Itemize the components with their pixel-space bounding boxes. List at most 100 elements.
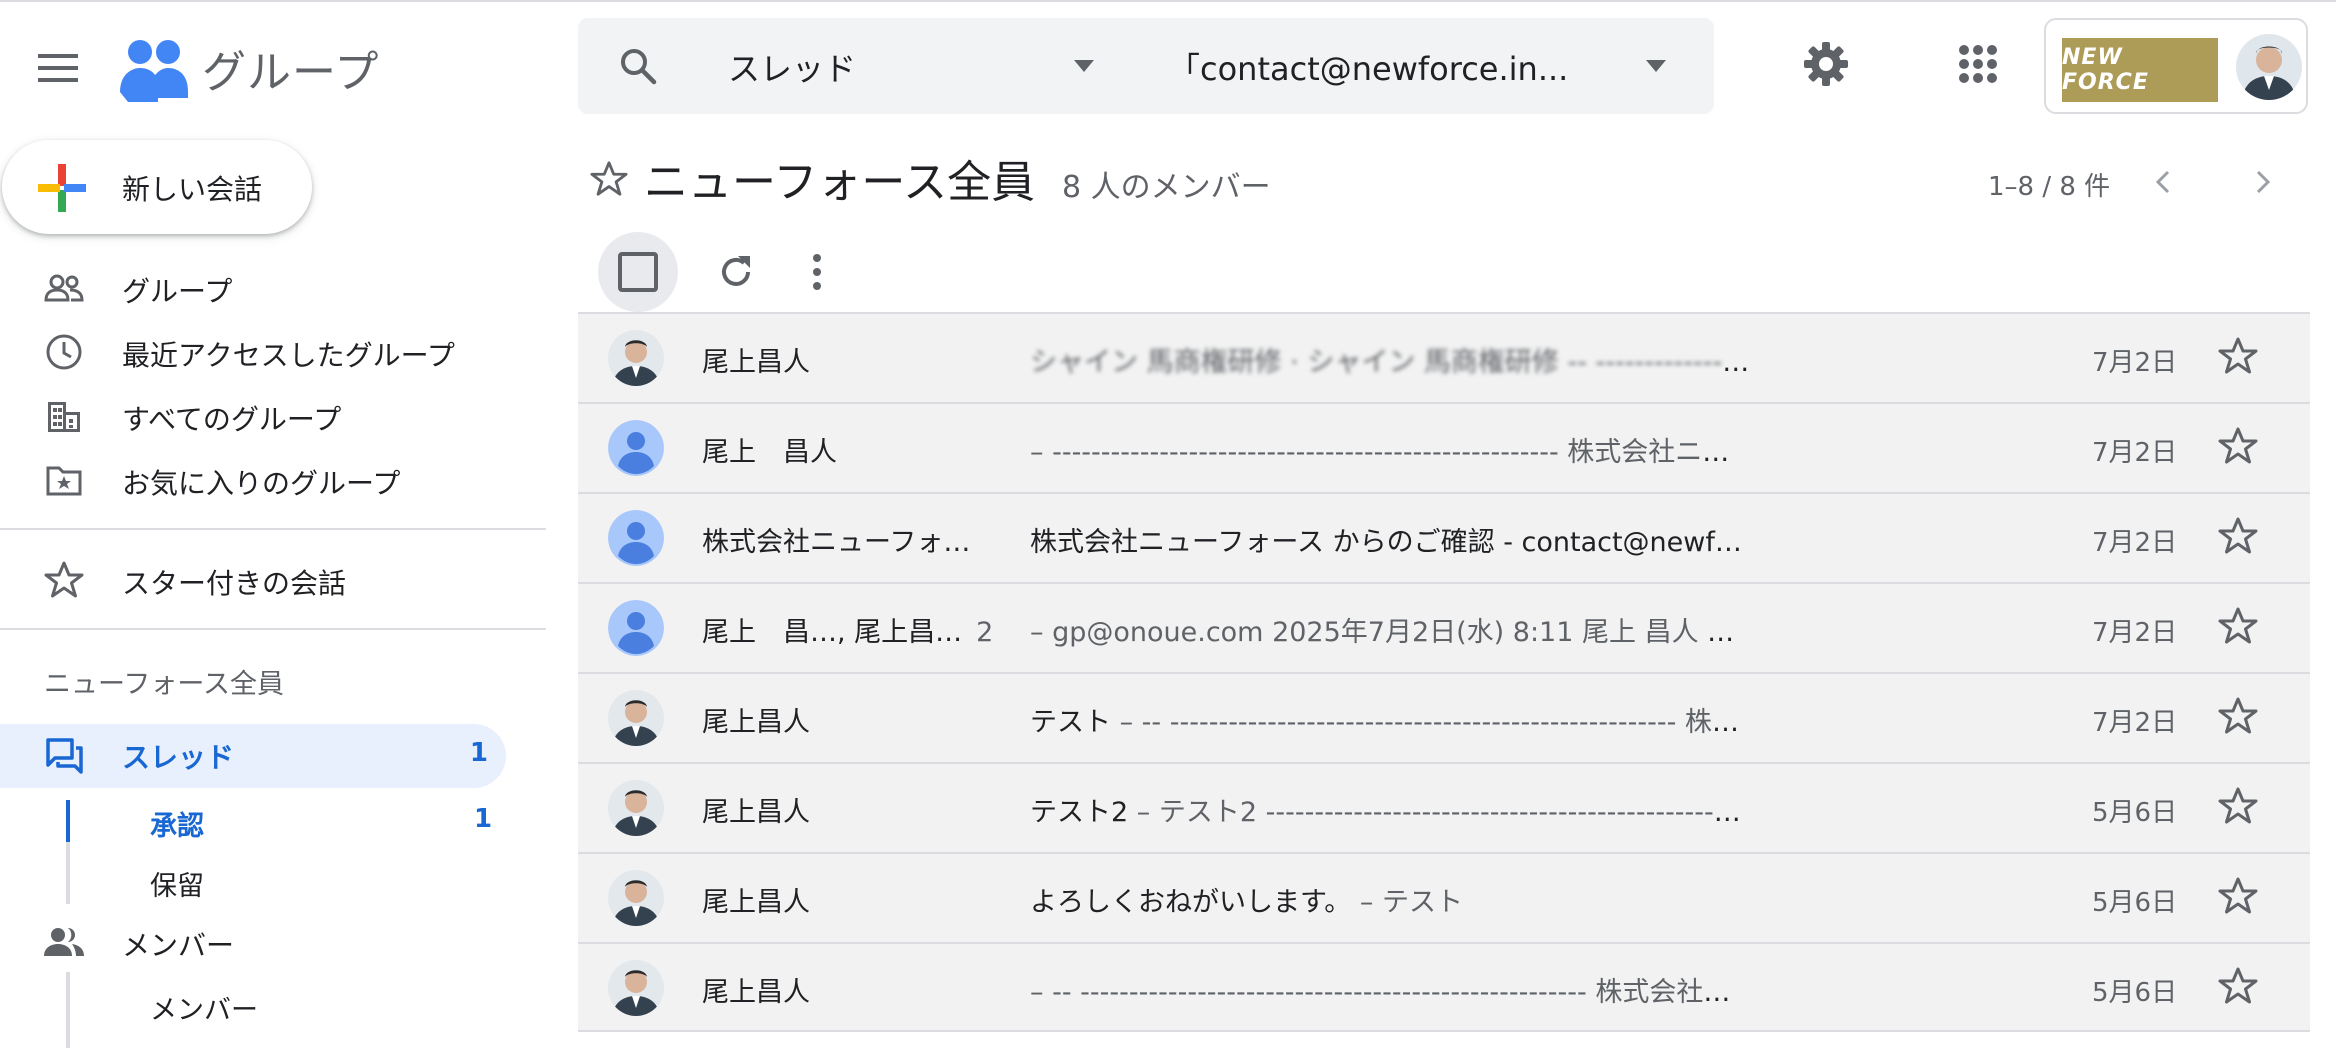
settings-gear-icon[interactable] — [1802, 40, 1850, 88]
subject-text: テスト2 — [1030, 797, 1129, 828]
message-snippet: 株式会社ニューフォース からのご確認 - contact@newforce.in — [1030, 520, 1750, 559]
sender-photo-avatar — [608, 960, 664, 1016]
select-all-checkbox[interactable] — [598, 232, 678, 312]
sidebar-item-recent[interactable]: 最近アクセスしたグループ — [0, 324, 500, 380]
chevron-down-icon[interactable] — [1642, 56, 1670, 76]
group-section-heading: ニューフォース全員 — [44, 669, 285, 700]
star-icon[interactable] — [2218, 606, 2258, 646]
conversation-row[interactable]: 尾上 昌人 – ---------------------------------… — [578, 402, 2310, 492]
refresh-icon[interactable] — [714, 250, 758, 294]
sidebar-item-label: 最近アクセスしたグループ — [122, 339, 455, 372]
preview-text: – テスト — [1351, 887, 1463, 918]
default-avatar-icon — [608, 510, 664, 566]
sidebar-item-favorites[interactable]: お気に入りのグループ — [0, 452, 500, 508]
preview-text: – テスト2 ---------------------------------… — [1128, 797, 1750, 828]
search-icon[interactable] — [618, 46, 658, 86]
message-date: 5月6日 — [2092, 798, 2178, 828]
star-icon[interactable] — [2218, 516, 2258, 556]
forum-icon — [46, 738, 83, 774]
sender-label: 尾上昌人 — [702, 707, 810, 738]
message-count: 2 — [976, 617, 994, 648]
chevron-left-icon[interactable] — [2146, 164, 2182, 200]
sender-label: 尾上昌人 — [702, 347, 810, 378]
sender-label: 尾上昌人 — [702, 797, 810, 828]
message-date: 5月6日 — [2092, 978, 2178, 1008]
sidebar-item-member-list[interactable]: メンバー — [0, 976, 500, 1032]
account-switcher[interactable]: NEW FORCE — [2044, 18, 2308, 114]
more-vert-icon[interactable] — [800, 250, 834, 294]
subject-text: 株式会社ニューフォース からのご確認 - contact@newforce.in — [1030, 527, 1750, 558]
sender-photo-avatar — [608, 690, 664, 746]
checkbox-icon — [618, 252, 658, 292]
sender-name: 尾上 昌人 — [702, 430, 837, 469]
conversation-row[interactable]: 尾上 昌…, 尾上昌… 2 – gp@onoue.com 2025年7月2日(水) … — [578, 582, 2310, 672]
sidebar-item-label: スター付きの会話 — [122, 567, 347, 600]
search-bar[interactable]: スレッド 「contact@newforce.in... — [578, 18, 1714, 114]
sidebar-item-groups[interactable]: グループ — [0, 260, 500, 316]
star-icon[interactable] — [2218, 786, 2258, 826]
conversation-row[interactable]: 尾上昌人 シャイン 馬商権研修 · シャイン 馬商権研修 -- ---------… — [578, 312, 2310, 402]
subject-text: テスト — [1030, 707, 1111, 738]
sender-photo-avatar — [608, 780, 664, 836]
people-icon — [44, 928, 84, 956]
message-date: 7月2日 — [2092, 708, 2178, 738]
unread-count: 1 — [469, 738, 488, 768]
app-title: グループ — [202, 47, 380, 98]
message-date: 7月2日 — [2092, 618, 2178, 648]
sidebar-divider — [0, 528, 546, 530]
star-icon[interactable] — [2218, 426, 2258, 466]
sidebar-item-members[interactable]: メンバー — [0, 914, 500, 970]
sender-label: 尾上昌人 — [702, 887, 810, 918]
preview-text: – -- -----------------------------------… — [1030, 977, 1750, 1008]
sender-label: 株式会社ニューフォ… — [702, 527, 971, 558]
hamburger-icon — [38, 54, 78, 82]
sidebar-item-label: 保留 — [150, 871, 204, 902]
main-menu-button[interactable] — [34, 44, 82, 92]
sender-photo-avatar — [608, 870, 664, 926]
conversation-row[interactable]: 尾上昌人 – -- -------------------------------… — [578, 942, 2310, 1032]
sidebar-item-starred[interactable]: スター付きの会話 — [0, 552, 500, 608]
chevron-right-icon[interactable] — [2244, 164, 2280, 200]
sidebar-item-label: スレッド — [122, 741, 235, 774]
star-icon[interactable] — [2218, 696, 2258, 736]
star-icon[interactable] — [2218, 876, 2258, 916]
conversation-row[interactable]: 尾上昌人 テスト – -- ---------------------------… — [578, 672, 2310, 762]
member-count[interactable]: 8 人のメンバー — [1062, 162, 1271, 206]
conversation-row[interactable]: 株式会社ニューフォ… 株式会社ニューフォース からのご確認 - contact@n… — [578, 492, 2310, 582]
sidebar-item-threads[interactable]: スレッド 1 — [0, 724, 506, 788]
account-avatar[interactable] — [2236, 34, 2302, 100]
preview-text: シャイン 馬商権研修 · シャイン 馬商権研修 -- -------------… — [1030, 347, 1750, 378]
conversation-row[interactable]: 尾上昌人 よろしくおねがいします。 – テスト 5月6日 — [578, 852, 2310, 942]
conversation-row[interactable]: 尾上昌人 テスト2 – テスト2 ------------------------… — [578, 762, 2310, 852]
plus-icon — [38, 164, 86, 212]
sender-name: 尾上昌人 — [702, 880, 810, 919]
sender-name: 尾上昌人 — [702, 970, 810, 1009]
star-icon[interactable] — [2218, 336, 2258, 376]
search-scope-select[interactable]: スレッド — [728, 44, 856, 90]
sender-name: 株式会社ニューフォ… — [702, 520, 970, 559]
groups-logo-icon[interactable] — [118, 36, 188, 102]
sidebar-item-approval[interactable]: 承認 1 — [0, 792, 500, 848]
building-icon — [48, 402, 80, 432]
sidebar-item-label: メンバー — [122, 929, 235, 962]
favorite-group-star-icon[interactable] — [590, 160, 628, 198]
star-icon[interactable] — [2218, 966, 2258, 1006]
default-avatar-icon — [608, 600, 664, 656]
new-conversation-button[interactable]: 新しい会話 — [2, 140, 312, 234]
sidebar-item-label: グループ — [122, 275, 233, 308]
sidebar-item-label: お気に入りのグループ — [122, 467, 401, 500]
sidebar-item-label: メンバー — [150, 995, 258, 1026]
sender-photo-avatar — [608, 330, 664, 386]
apps-grid-icon[interactable] — [1958, 44, 1998, 84]
sidebar-item-pending[interactable]: 保留 — [0, 852, 500, 908]
sender-label: 尾上 昌人 — [702, 437, 837, 468]
brand-logo: NEW FORCE — [2062, 38, 2218, 102]
search-group-select[interactable]: 「contact@newforce.in... — [1168, 44, 1568, 90]
sidebar-item-label: すべてのグループ — [122, 403, 342, 436]
message-snippet: テスト2 – テスト2 ----------------------------… — [1030, 790, 1750, 829]
message-date: 5月6日 — [2092, 888, 2178, 918]
clock-icon — [46, 334, 82, 370]
sidebar-item-all-groups[interactable]: すべてのグループ — [0, 388, 500, 444]
message-snippet: シャイン 馬商権研修 · シャイン 馬商権研修 -- -------------… — [1030, 340, 1750, 379]
chevron-down-icon[interactable] — [1070, 56, 1098, 76]
